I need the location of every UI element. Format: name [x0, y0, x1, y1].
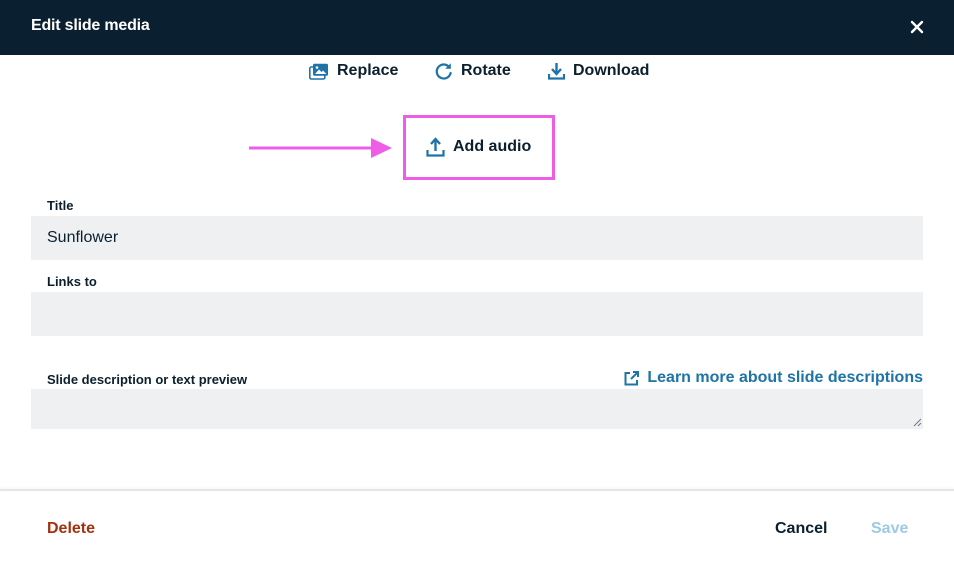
resize-grip-icon[interactable]: [912, 417, 922, 427]
cancel-button[interactable]: Cancel: [775, 520, 827, 538]
replace-button[interactable]: Replace: [309, 58, 398, 84]
title-label: Title: [47, 198, 74, 213]
save-button[interactable]: Save: [871, 520, 908, 538]
rotate-icon: [435, 63, 452, 80]
slide-description-textarea[interactable]: [31, 389, 923, 429]
upload-icon: [426, 137, 445, 157]
external-link-icon: [624, 370, 640, 385]
download-label: Download: [573, 62, 650, 79]
slide-description-label: Slide description or text preview: [47, 372, 248, 387]
rotate-label: Rotate: [461, 62, 511, 79]
close-button[interactable]: [904, 14, 930, 40]
rotate-button[interactable]: Rotate: [435, 58, 511, 84]
dialog-title: Edit slide media: [31, 17, 150, 34]
pointer-arrow-icon: [249, 138, 392, 158]
download-icon: [548, 63, 565, 80]
download-button[interactable]: Download: [548, 58, 649, 84]
learn-more-label: Learn more about slide descriptions: [647, 369, 923, 386]
dialog-header: Edit slide media: [0, 0, 954, 55]
close-icon: [910, 20, 924, 34]
learn-more-link[interactable]: Learn more about slide descriptions: [624, 368, 923, 388]
delete-button[interactable]: Delete: [47, 520, 95, 538]
title-input[interactable]: [31, 216, 923, 260]
images-icon: [309, 63, 328, 80]
add-audio-label: Add audio: [453, 138, 532, 155]
links-to-label: Links to: [47, 274, 97, 289]
replace-label: Replace: [337, 62, 399, 79]
footer-divider: [0, 489, 954, 491]
add-audio-button[interactable]: Add audio: [426, 135, 531, 159]
links-to-input[interactable]: [31, 292, 923, 336]
